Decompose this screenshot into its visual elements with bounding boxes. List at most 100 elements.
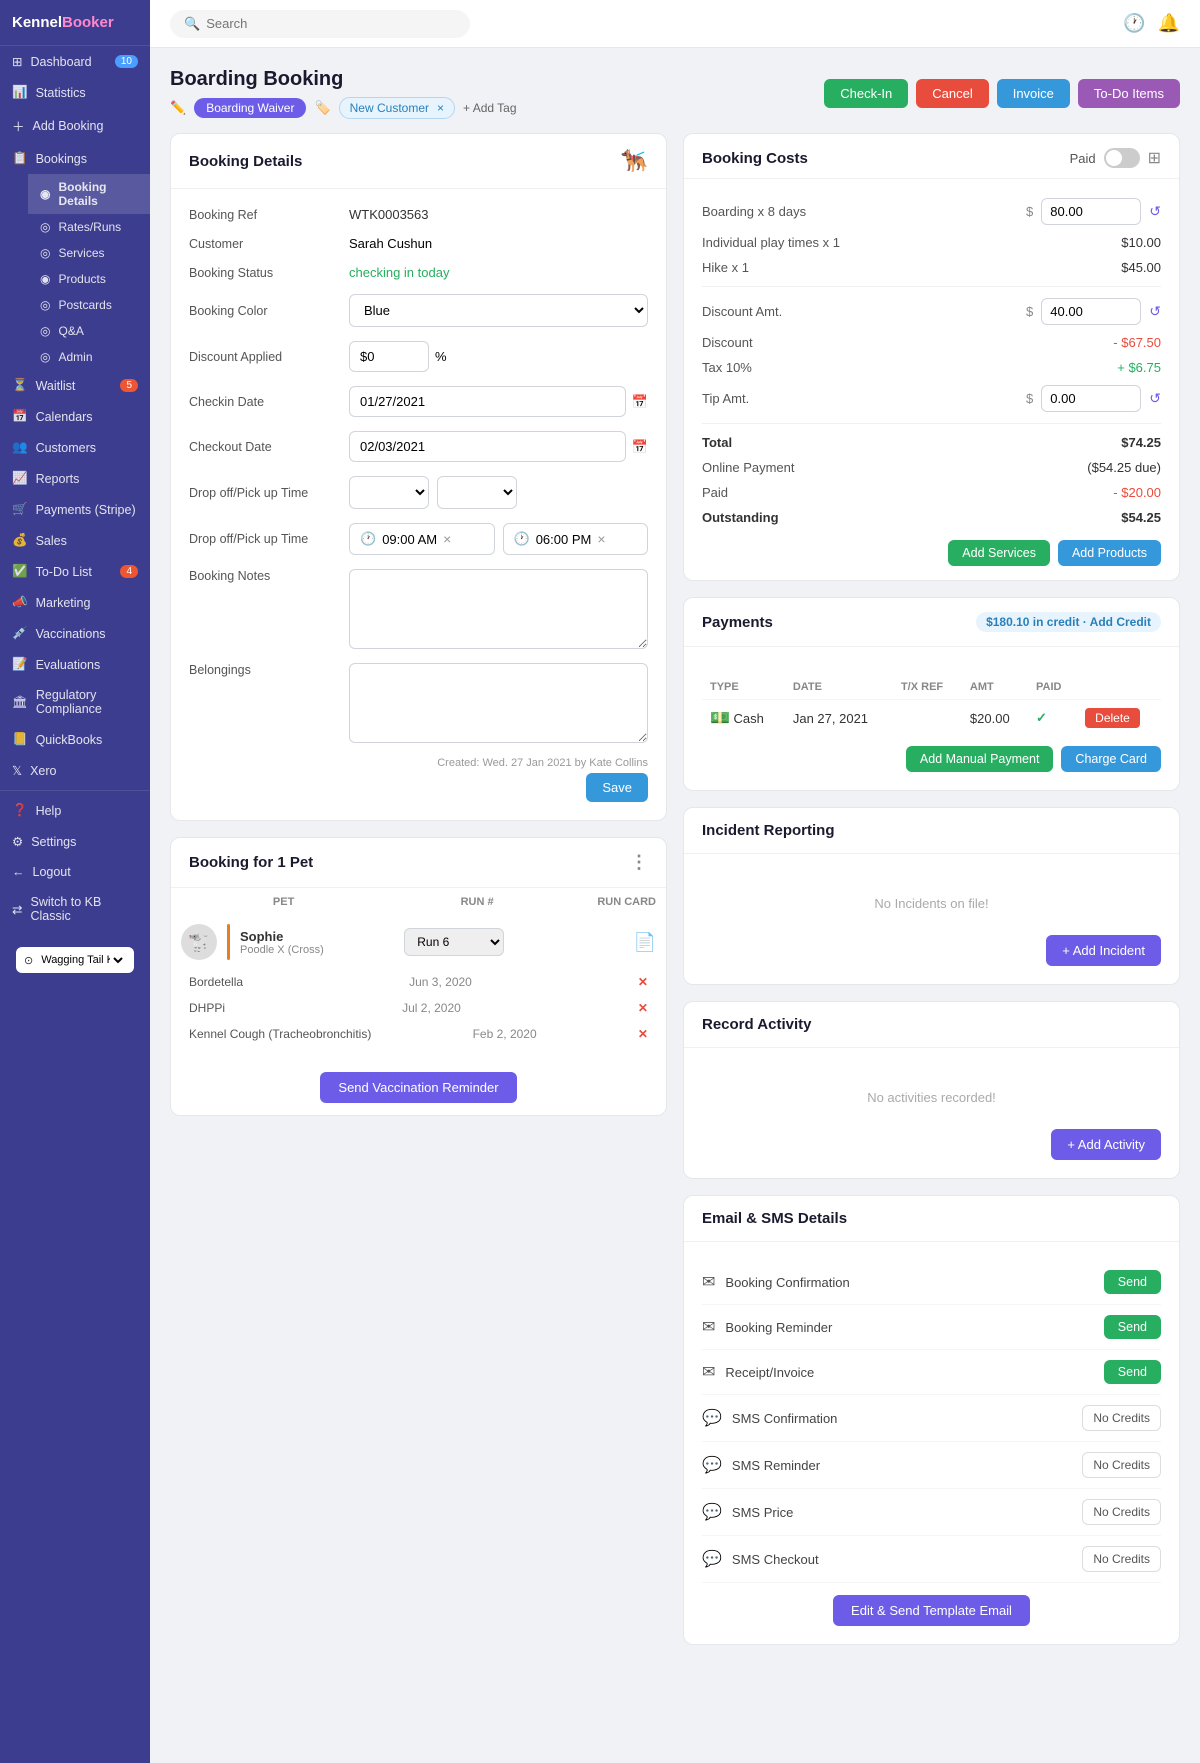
more-options-icon[interactable]: ⋮ (630, 852, 648, 873)
time-to-clear[interactable]: × (597, 531, 605, 547)
time-to-input[interactable]: 🕐 06:00 PM × (503, 523, 649, 555)
send-booking-reminder-button[interactable]: Send (1104, 1315, 1161, 1339)
charge-card-button[interactable]: Charge Card (1061, 746, 1161, 772)
add-manual-payment-button[interactable]: Add Manual Payment (906, 746, 1054, 772)
discount-input[interactable] (349, 341, 429, 372)
add-activity-button[interactable]: + Add Activity (1051, 1129, 1161, 1160)
sidebar-item-regulatory[interactable]: 🏛 Regulatory Compliance (0, 680, 150, 724)
send-booking-confirmation-button[interactable]: Send (1104, 1270, 1161, 1294)
sidebar-item-dashboard[interactable]: ⊞ Dashboard 10 (0, 46, 150, 77)
kennel-select[interactable]: Wagging Tail Kennel (37, 953, 126, 967)
payment-actions: Add Manual Payment Charge Card (702, 746, 1161, 772)
kennel-selector[interactable]: ⊙ Wagging Tail Kennel (16, 947, 134, 973)
sidebar-item-kb-classic[interactable]: ⇄ Switch to KB Classic (0, 887, 150, 931)
send-vaccination-reminder-button[interactable]: Send Vaccination Reminder (320, 1072, 516, 1103)
sidebar-item-calendars[interactable]: 📅 Calendars (0, 401, 150, 432)
sidebar-item-postcards[interactable]: ◎ Postcards (28, 292, 150, 318)
time-from-input[interactable]: 🕐 09:00 AM × (349, 523, 495, 555)
cancel-button[interactable]: Cancel (916, 79, 988, 108)
add-tag-btn[interactable]: + Add Tag (463, 101, 517, 115)
sidebar-item-sales[interactable]: 💰 Sales (0, 525, 150, 556)
credit-badge[interactable]: $180.10 in credit · Add Credit (976, 612, 1161, 632)
edit-icon[interactable]: ✏️ (170, 100, 186, 116)
booking-notes-textarea[interactable] (349, 569, 648, 649)
sidebar-item-admin[interactable]: ◎ Admin (28, 344, 150, 370)
booking-color-select[interactable]: Blue (349, 294, 648, 327)
vacc-name-2: Kennel Cough (Tracheobronchitis) (189, 1027, 371, 1041)
sidebar-item-help[interactable]: ❓ Help (0, 795, 150, 826)
qa-icon: ◎ (40, 324, 50, 338)
add-products-button[interactable]: Add Products (1058, 540, 1161, 566)
sidebar-item-xero[interactable]: 𝕏 Xero (0, 755, 150, 786)
sms-reminder-button[interactable]: No Credits (1082, 1452, 1161, 1478)
tip-input[interactable] (1041, 385, 1141, 412)
search-box[interactable]: 🔍 (170, 10, 470, 38)
sidebar-item-booking-details[interactable]: ◉ Booking Details (28, 174, 150, 214)
boarding-refresh-icon[interactable]: ↺ (1149, 203, 1161, 220)
sms-confirmation-button[interactable]: No Credits (1082, 1405, 1161, 1431)
header-left: Boarding Booking ✏️ Boarding Waiver 🏷️ N… (170, 68, 517, 119)
save-button[interactable]: Save (586, 773, 648, 802)
new-customer-close[interactable]: × (437, 101, 444, 115)
payments-title: Payments (702, 614, 773, 631)
vacc-date-0: Jun 3, 2020 (409, 975, 472, 989)
time-from-clear[interactable]: × (443, 531, 451, 547)
edit-send-template-button[interactable]: Edit & Send Template Email (833, 1595, 1030, 1626)
sidebar-item-logout[interactable]: ← Logout (0, 857, 150, 887)
sidebar-item-bookings[interactable]: 📋 Bookings (0, 143, 150, 174)
sidebar-item-marketing[interactable]: 📣 Marketing (0, 587, 150, 618)
new-customer-tag[interactable]: New Customer × (339, 97, 455, 119)
checkin-date-input[interactable] (349, 386, 626, 417)
vaccination-row-1: DHPPi Jul 2, 2020 ✕ (173, 996, 664, 1020)
boarding-waiver-tag[interactable]: Boarding Waiver (194, 98, 306, 118)
sidebar-item-statistics[interactable]: 📊 Statistics (0, 77, 150, 108)
todo-items-button[interactable]: To-Do Items (1078, 79, 1180, 108)
invoice-button[interactable]: Invoice (997, 79, 1070, 108)
vacc-date-1: Jul 2, 2020 (402, 1001, 461, 1015)
discount-amt-input[interactable] (1041, 298, 1141, 325)
clock-icon: 🕐 (1123, 13, 1145, 34)
checkout-date-input[interactable] (349, 431, 626, 462)
sms-checkout-button[interactable]: No Credits (1082, 1546, 1161, 1572)
boarding-input[interactable] (1041, 198, 1141, 225)
sms-price-button[interactable]: No Credits (1082, 1499, 1161, 1525)
belongings-textarea[interactable] (349, 663, 648, 743)
boarding-row: Boarding x 8 days $ ↺ (702, 193, 1161, 230)
bookings-icon: 📋 (12, 151, 28, 166)
discount-row: Discount - $67.50 (702, 330, 1161, 355)
sidebar-item-reports[interactable]: 📈 Reports (0, 463, 150, 494)
dropoff-time-select[interactable] (349, 476, 429, 509)
sidebar-item-quickbooks[interactable]: 📒 QuickBooks (0, 724, 150, 755)
search-input[interactable] (206, 16, 456, 31)
sidebar-item-customers[interactable]: 👥 Customers (0, 432, 150, 463)
run-select[interactable]: Run 6 (404, 928, 504, 956)
hike-row: Hike x 1 $45.00 (702, 255, 1161, 280)
run-card-icon[interactable]: 📄 (634, 932, 656, 952)
statistics-icon: 📊 (12, 85, 28, 100)
discount-refresh-icon[interactable]: ↺ (1149, 303, 1161, 320)
check-in-button[interactable]: Check-In (824, 79, 908, 108)
bell-icon[interactable]: 🔔 (1158, 13, 1180, 34)
sidebar-item-payments[interactable]: 🛒 Payments (Stripe) (0, 494, 150, 525)
sidebar-item-todo[interactable]: ✅ To-Do List 4 (0, 556, 150, 587)
delete-payment-button[interactable]: Delete (1085, 708, 1140, 728)
paid-toggle-switch[interactable] (1104, 148, 1140, 168)
checkout-date-row: Checkout Date 📅 (189, 431, 648, 462)
pet-avatar: 🐩 (181, 924, 217, 960)
pickup-time-select[interactable] (437, 476, 517, 509)
add-incident-button[interactable]: + Add Incident (1046, 935, 1161, 966)
sidebar-item-waitlist[interactable]: ⏳ Waitlist 5 (0, 370, 150, 401)
sidebar-item-add-booking[interactable]: ＋ Add Booking (0, 108, 150, 143)
sidebar-item-vaccinations[interactable]: 💉 Vaccinations (0, 618, 150, 649)
add-services-button[interactable]: Add Services (948, 540, 1050, 566)
record-activity-header: Record Activity (684, 1002, 1179, 1048)
sidebar-item-rates-runs[interactable]: ◎ Rates/Runs (28, 214, 150, 240)
sidebar-item-qa[interactable]: ◎ Q&A (28, 318, 150, 344)
sidebar-item-products[interactable]: ◉ Products (28, 266, 150, 292)
sidebar-item-settings[interactable]: ⚙ Settings (0, 826, 150, 857)
tip-refresh-icon[interactable]: ↺ (1149, 390, 1161, 407)
sidebar-item-evaluations[interactable]: 📝 Evaluations (0, 649, 150, 680)
send-receipt-invoice-button[interactable]: Send (1104, 1360, 1161, 1384)
sidebar-item-services[interactable]: ◎ Services (28, 240, 150, 266)
grid-icon[interactable]: ⊞ (1148, 148, 1161, 168)
